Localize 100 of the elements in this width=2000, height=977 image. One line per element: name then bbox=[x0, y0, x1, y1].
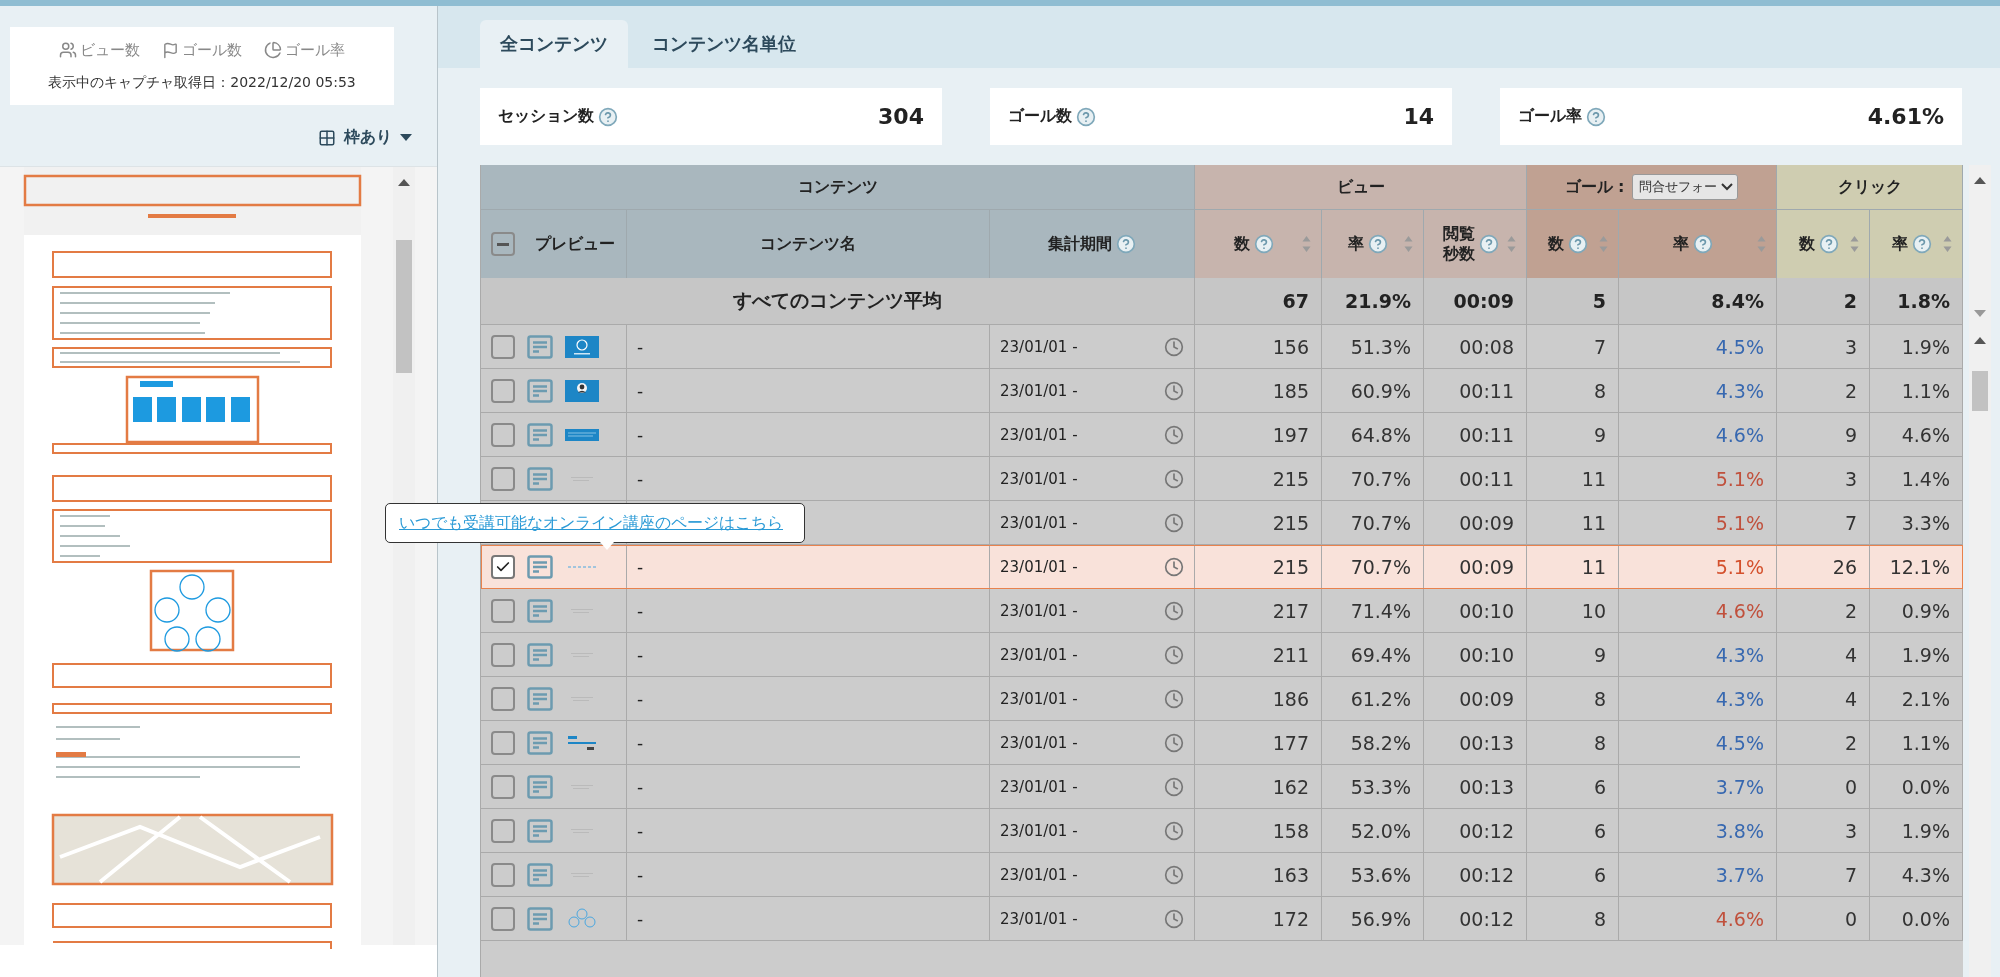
table-row[interactable]: - 23/01/01 - 197 64.8% 00:11 9 4.6% 9 4.6% bbox=[481, 413, 1963, 457]
help-icon[interactable] bbox=[1368, 234, 1388, 254]
chevron-down-icon bbox=[1721, 183, 1734, 191]
table-cell: 215 bbox=[1195, 501, 1322, 544]
table-row[interactable]: - 23/01/01 - 156 51.3% 00:08 7 4.5% 3 1.9% bbox=[481, 325, 1963, 369]
table-cell: 71.4% bbox=[1322, 589, 1424, 632]
table-cell: 1.9% bbox=[1870, 325, 1963, 368]
average-value: 21.9% bbox=[1322, 278, 1424, 324]
help-icon[interactable] bbox=[1693, 234, 1713, 254]
table-cell: 0.0% bbox=[1870, 897, 1963, 940]
column-label: 数 bbox=[1548, 234, 1564, 254]
table-cell: 56.9% bbox=[1322, 897, 1424, 940]
row-checkbox[interactable] bbox=[491, 422, 515, 447]
clock-icon[interactable] bbox=[1164, 424, 1184, 445]
table-row[interactable]: - 23/01/01 - 177 58.2% 00:13 8 4.5% 2 1.1% bbox=[481, 721, 1963, 765]
document-icon[interactable] bbox=[527, 378, 553, 403]
clock-icon[interactable] bbox=[1164, 380, 1184, 401]
table-cell: 64.8% bbox=[1322, 413, 1424, 456]
help-icon[interactable] bbox=[1478, 234, 1499, 254]
table-cell: 4.6% bbox=[1619, 897, 1777, 940]
legend-label: ゴール数 bbox=[182, 40, 242, 60]
tab[interactable]: 全コンテンツ bbox=[480, 20, 628, 68]
document-icon[interactable] bbox=[527, 730, 553, 755]
sort-icon[interactable] bbox=[1757, 235, 1766, 253]
clock-icon[interactable] bbox=[1164, 644, 1184, 665]
help-icon[interactable] bbox=[598, 106, 618, 127]
table-row[interactable]: - 23/01/01 - 217 71.4% 00:10 10 4.6% 2 0.9% bbox=[481, 589, 1963, 633]
tab[interactable]: コンテンツ名単位 bbox=[632, 20, 816, 68]
help-icon[interactable] bbox=[1116, 234, 1136, 254]
clock-icon[interactable] bbox=[1164, 820, 1184, 841]
clock-icon[interactable] bbox=[1164, 336, 1184, 357]
period-text: 23/01/01 - bbox=[1000, 469, 1078, 488]
clock-icon[interactable] bbox=[1164, 908, 1184, 929]
help-icon[interactable] bbox=[1818, 234, 1839, 254]
document-icon[interactable] bbox=[527, 774, 553, 799]
clock-icon[interactable] bbox=[1164, 776, 1184, 797]
column-label: 集計期間 bbox=[1048, 234, 1112, 254]
document-icon[interactable] bbox=[527, 686, 553, 711]
clock-icon[interactable] bbox=[1164, 556, 1184, 577]
clock-icon[interactable] bbox=[1164, 864, 1184, 885]
help-icon[interactable] bbox=[1911, 234, 1932, 254]
goal-select[interactable]: 問合せフォー bbox=[1632, 174, 1739, 200]
table-row[interactable]: - 23/01/01 - 215 70.7% 00:11 11 5.1% 3 1.4% bbox=[481, 457, 1963, 501]
sort-icon[interactable] bbox=[1599, 235, 1608, 253]
row-checkbox[interactable] bbox=[491, 554, 515, 579]
sort-icon[interactable] bbox=[1507, 235, 1516, 253]
table-cell: 4.6% bbox=[1870, 413, 1963, 456]
help-icon[interactable] bbox=[1253, 234, 1274, 254]
row-checkbox[interactable] bbox=[491, 906, 515, 931]
row-checkbox[interactable] bbox=[491, 466, 515, 491]
row-checkbox[interactable] bbox=[491, 862, 515, 887]
clock-icon[interactable] bbox=[1164, 512, 1184, 533]
row-checkbox[interactable] bbox=[491, 642, 515, 667]
row-checkbox[interactable] bbox=[491, 378, 515, 403]
document-icon[interactable] bbox=[527, 598, 553, 623]
clock-icon[interactable] bbox=[1164, 732, 1184, 753]
document-icon[interactable] bbox=[527, 818, 553, 843]
scrollbar[interactable] bbox=[1969, 165, 1991, 977]
clock-icon[interactable] bbox=[1164, 468, 1184, 489]
document-icon[interactable] bbox=[527, 422, 553, 447]
help-icon[interactable] bbox=[1076, 106, 1096, 127]
document-icon[interactable] bbox=[527, 642, 553, 667]
content-name: - bbox=[637, 600, 644, 621]
table-row[interactable]: - 23/01/01 - 162 53.3% 00:13 6 3.7% 0 0.0% bbox=[481, 765, 1963, 809]
table-row[interactable]: - 23/01/01 - 211 69.4% 00:10 9 4.3% 4 1.9% bbox=[481, 633, 1963, 677]
row-checkbox[interactable] bbox=[491, 818, 515, 843]
table-cell: 4.3% bbox=[1870, 853, 1963, 896]
select-all-checkbox[interactable] bbox=[491, 232, 515, 256]
frame-toggle[interactable]: 枠あり bbox=[318, 127, 412, 148]
document-icon[interactable] bbox=[527, 906, 553, 931]
scrollbar[interactable] bbox=[393, 167, 415, 945]
table-row[interactable]: - 23/01/01 - 186 61.2% 00:09 8 4.3% 4 2.1% bbox=[481, 677, 1963, 721]
table-cell: 215 bbox=[1195, 457, 1322, 500]
table-row[interactable]: - 23/01/01 - 185 60.9% 00:11 8 4.3% 2 1.1% bbox=[481, 369, 1963, 413]
table-cell: 3.8% bbox=[1619, 809, 1777, 852]
table-cell: 6 bbox=[1527, 853, 1619, 896]
sort-icon[interactable] bbox=[1302, 235, 1311, 253]
content-name: - bbox=[637, 776, 644, 797]
table-row[interactable]: - 23/01/01 - 172 56.9% 00:12 8 4.6% 0 0.0% bbox=[481, 897, 1963, 941]
document-icon[interactable] bbox=[527, 334, 553, 359]
row-checkbox[interactable] bbox=[491, 774, 515, 799]
clock-icon[interactable] bbox=[1164, 600, 1184, 621]
row-checkbox[interactable] bbox=[491, 730, 515, 755]
sort-icon[interactable] bbox=[1850, 235, 1859, 253]
sort-icon[interactable] bbox=[1943, 235, 1952, 253]
help-icon[interactable] bbox=[1586, 106, 1606, 127]
document-icon[interactable] bbox=[527, 862, 553, 887]
table-row[interactable]: - 23/01/01 - 158 52.0% 00:12 6 3.8% 3 1.9% bbox=[481, 809, 1963, 853]
clock-icon[interactable] bbox=[1164, 688, 1184, 709]
row-checkbox[interactable] bbox=[491, 686, 515, 711]
row-checkbox[interactable] bbox=[491, 598, 515, 623]
document-icon[interactable] bbox=[527, 466, 553, 491]
table-cell: 58.2% bbox=[1322, 721, 1424, 764]
row-checkbox[interactable] bbox=[491, 334, 515, 359]
table-row[interactable]: - 23/01/01 - 163 53.6% 00:12 6 3.7% 7 4.3% bbox=[481, 853, 1963, 897]
help-icon[interactable] bbox=[1568, 234, 1588, 254]
document-icon[interactable] bbox=[527, 554, 553, 579]
table-cell: 4.6% bbox=[1619, 589, 1777, 632]
table-cell: 4.5% bbox=[1619, 721, 1777, 764]
sort-icon[interactable] bbox=[1404, 235, 1413, 253]
